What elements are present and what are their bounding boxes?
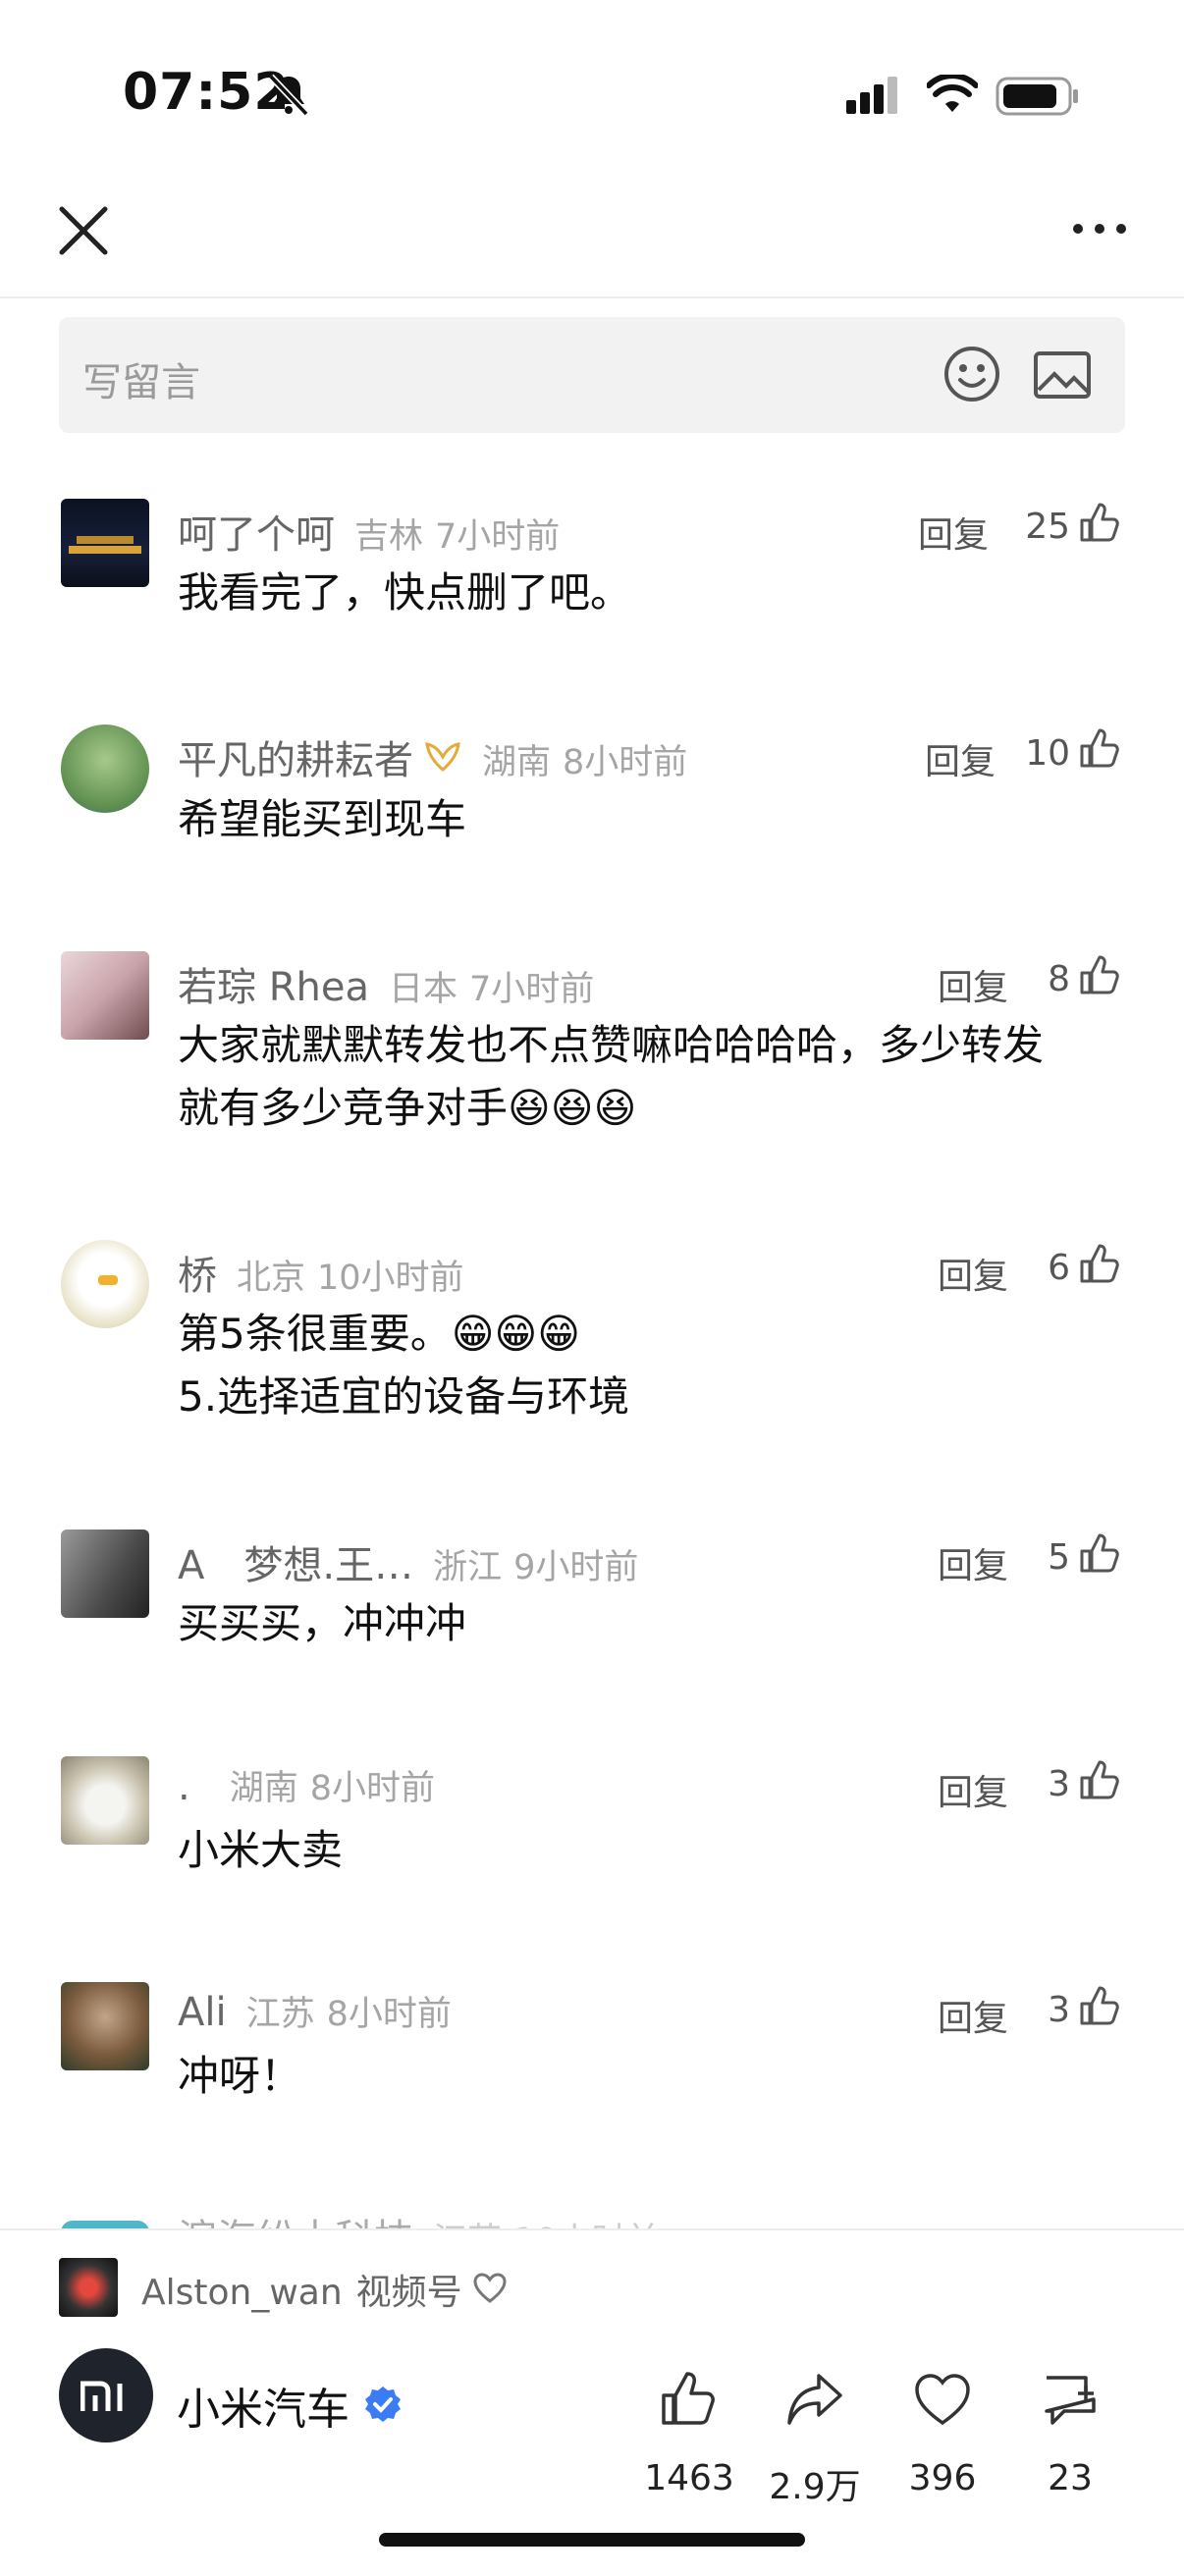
comment-text: 我看完了，快点删了吧。 [178,568,632,617]
avatar[interactable] [61,1530,149,1618]
reply-button[interactable]: 回复 [918,507,989,558]
comment-location: 日本 [388,970,457,1009]
image-icon[interactable] [1033,350,1092,400]
bottom-panel: Alston_wan 视频号 小米汽车 1463 2.9万 396 23 [0,2228,1184,2576]
like-count: 3 [1048,1990,1070,2030]
account-line[interactable]: 小米汽车 [177,2374,403,2437]
comment-text: 冲呀！ [178,2052,302,2100]
comment-location: 湖南 [482,743,552,782]
close-icon[interactable] [54,201,113,260]
heart-outline-icon[interactable] [472,2273,508,2304]
comment-input[interactable]: 写留言 [59,317,1125,433]
like-icon[interactable] [660,2370,719,2429]
comment-meta: A 梦想.王… 浙江 9小时前 [178,1533,638,1590]
comment-author[interactable]: 呵了个呵 [178,503,335,560]
comment-meta: 桥 北京 10小时前 [178,1244,464,1301]
avatar[interactable] [61,1982,149,2070]
more-options-icon[interactable] [1070,214,1129,243]
comment-time: 8小时前 [309,1769,436,1808]
thumbs-up-icon[interactable] [1078,1758,1121,1801]
reply-button[interactable]: 回复 [938,1248,1008,1299]
channel-tag: 视频号 [355,2273,462,2313]
like-count: 25 [1025,507,1070,547]
author-name: Alston_wan [141,2273,343,2313]
comment-location: 湖南 [229,1769,298,1808]
like-count: 10 [1025,733,1070,774]
comment-input-placeholder: 写留言 [82,360,200,405]
comment-meta: . 湖南 8小时前 [178,1760,435,1810]
comment-time: 10小时前 [317,1259,464,1298]
author-line[interactable]: Alston_wan 视频号 [141,2264,508,2315]
share-icon[interactable] [785,2370,844,2429]
thumbs-up-icon[interactable] [1078,726,1121,770]
comment-text-line: 就有多少竞争对手😆😆😆 [178,1084,637,1132]
like-count: 1463 [644,2458,734,2498]
comment-location: 北京 [237,1259,306,1298]
like-count: 5 [1048,1537,1070,1578]
comment-author[interactable]: 桥 [178,1244,217,1301]
comment-author[interactable]: A 梦想.王… [178,1533,413,1590]
comment-text-line: 5.选择适宜的设备与环境 [178,1372,630,1421]
verified-badge-icon [365,2387,401,2422]
account-avatar[interactable] [59,2348,153,2442]
comment-text: 买买买，冲冲冲 [178,1599,467,1647]
comment-meta: 平凡的耕耘者 湖南 8小时前 [178,728,687,785]
comment-time: 8小时前 [563,743,688,782]
reply-button[interactable]: 回复 [925,733,996,784]
comment-author[interactable]: 若琮 Rhea [178,955,369,1012]
wifi-icon [927,75,978,112]
thumbs-up-icon[interactable] [1078,953,1121,996]
comment-meta: Ali 江苏 8小时前 [178,1986,452,2036]
mute-bell-icon [268,74,309,117]
comment-meta: 呵了个呵 吉林 7小时前 [178,503,560,560]
comment-text: 希望能买到现车 [178,795,467,843]
thumbs-up-icon[interactable] [1078,1531,1121,1575]
comment-count: 23 [1048,2458,1093,2498]
comment-time: 7小时前 [469,970,595,1009]
comment-location: 吉林 [354,517,424,557]
comment-author[interactable]: . [178,1764,190,1809]
favorite-count: 396 [908,2458,977,2498]
battery-icon [996,77,1078,116]
reply-button[interactable]: 回复 [938,1990,1008,2041]
avatar[interactable] [61,499,149,587]
comment-text-line: 第5条很重要。😁😁😁 [178,1310,581,1358]
avatar[interactable] [61,724,149,813]
thumbs-up-icon[interactable] [1078,501,1121,544]
like-count: 8 [1048,959,1070,999]
comment-location: 浙江 [433,1548,503,1587]
like-count: 6 [1048,1248,1070,1288]
signal-icon [846,77,897,114]
comment-text: 小米大卖 [178,1826,344,1874]
comment-time: 7小时前 [435,517,561,557]
like-count: 3 [1048,1764,1070,1804]
comment-location: 江苏 [245,1995,315,2034]
home-indicator[interactable] [379,2533,805,2547]
mi-logo-icon [81,2381,123,2411]
emoji-icon[interactable] [942,345,1001,403]
avatar[interactable] [61,1756,149,1845]
comment-text-line: 大家就默默转发也不点赞嘛哈哈哈哈，多少转发 [178,1021,1045,1069]
comment-author[interactable]: 平凡的耕耘者 [178,728,413,785]
share-count: 2.9万 [769,2467,861,2507]
avatar[interactable] [61,1240,149,1328]
comment-time: 9小时前 [513,1548,639,1587]
badge-icon [425,742,460,772]
account-name: 小米汽车 [177,2385,350,2435]
reply-button[interactable]: 回复 [938,1537,1008,1588]
heart-icon[interactable] [913,2372,972,2427]
thumbs-up-icon[interactable] [1078,1242,1121,1285]
comment-meta: 若琮 Rhea 日本 7小时前 [178,955,594,1012]
comment-add-icon[interactable] [1041,2372,1100,2429]
reply-button[interactable]: 回复 [938,1764,1008,1815]
thumbs-up-icon[interactable] [1078,1984,1121,2027]
nav-divider [0,296,1184,298]
comment-time: 8小时前 [326,1995,452,2034]
comment-author[interactable]: Ali [178,1990,227,2035]
author-thumbnail[interactable] [59,2258,118,2317]
avatar[interactable] [61,951,149,1040]
reply-button[interactable]: 回复 [938,959,1008,1010]
